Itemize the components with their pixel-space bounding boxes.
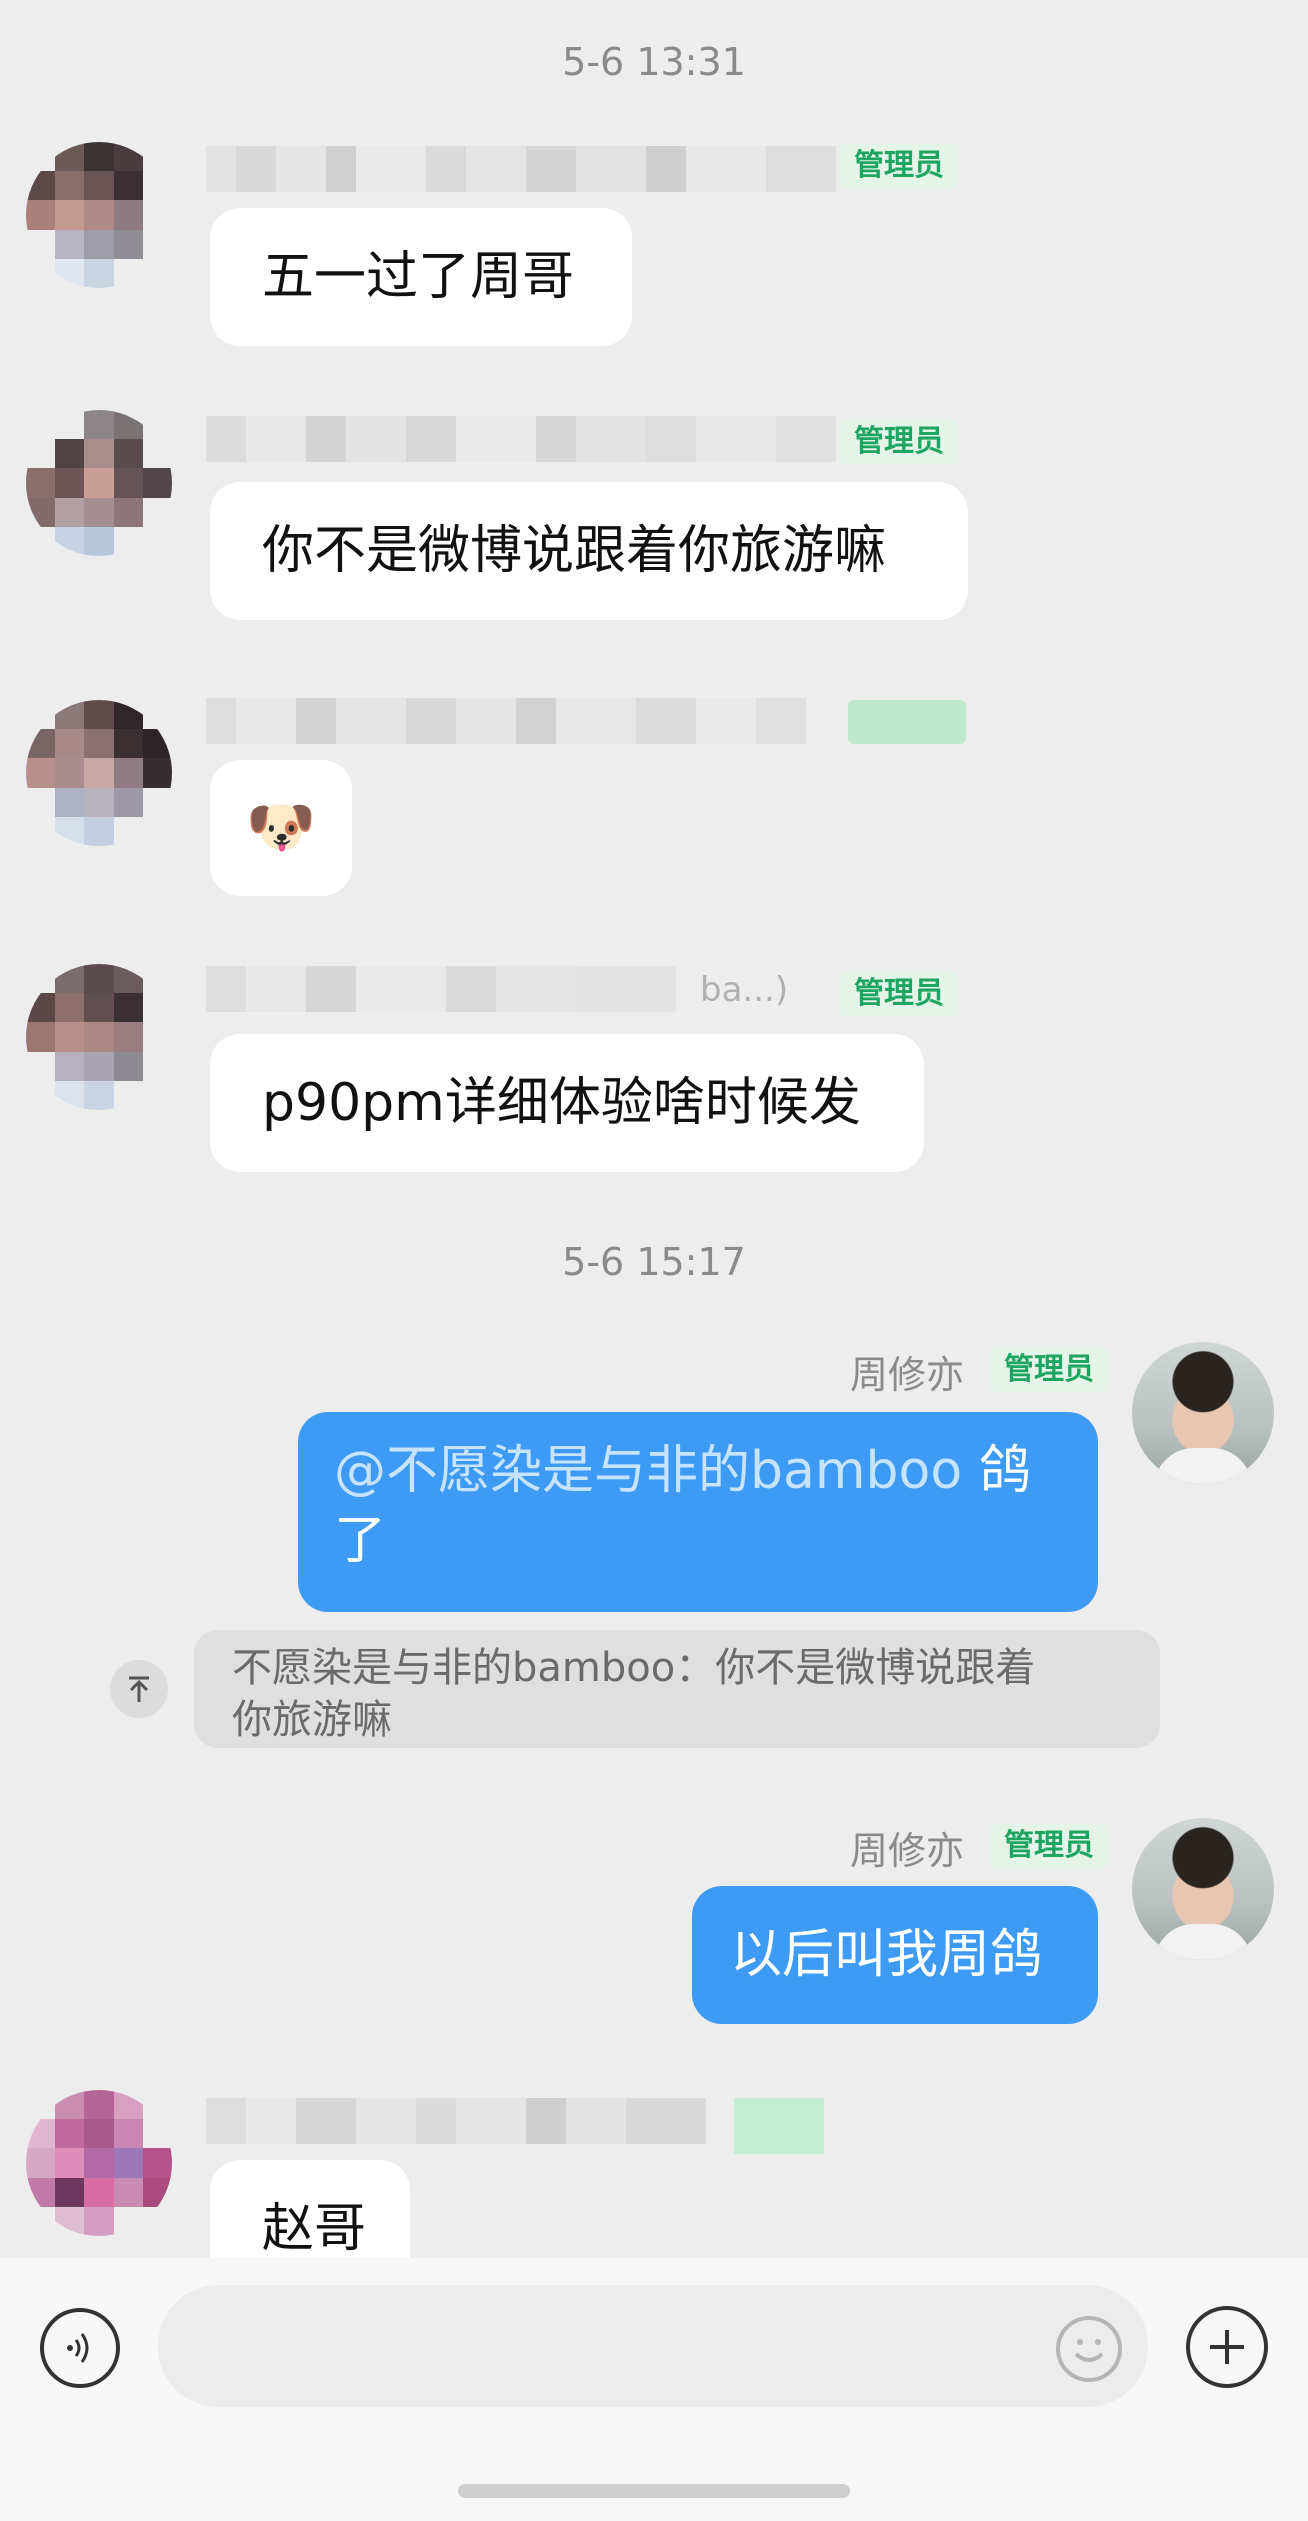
- own-avatar[interactable]: [1132, 1342, 1274, 1484]
- admin-badge: 管理员: [990, 1824, 1108, 1868]
- message-bubble[interactable]: 你不是微博说跟着你旅游嘛: [210, 482, 968, 620]
- message-input[interactable]: [158, 2285, 1148, 2407]
- message-text: 鸽: [962, 1441, 1031, 1501]
- message-bubble[interactable]: p90pm详细体验啥时候发: [210, 1034, 924, 1172]
- own-avatar[interactable]: [1132, 1818, 1274, 1960]
- avatar[interactable]: [26, 2090, 172, 2236]
- admin-badge: 管理员: [990, 1348, 1108, 1392]
- avatar[interactable]: [26, 700, 172, 846]
- message-bubble[interactable]: 五一过了周哥: [210, 208, 632, 346]
- admin-badge: 管理员: [840, 144, 958, 188]
- message-bubble[interactable]: 🐶: [210, 760, 352, 896]
- sender-name-redacted: [206, 146, 836, 192]
- own-sender-name: 周修亦: [850, 1829, 965, 1873]
- avatar[interactable]: [26, 964, 172, 1110]
- sender-name-redacted: [206, 966, 676, 1012]
- avatar[interactable]: [26, 142, 172, 288]
- sender-name-redacted: [206, 698, 836, 744]
- avatar[interactable]: [26, 410, 172, 556]
- quoted-message[interactable]: 不愿染是与非的bamboo：你不是微博说跟着 你旅游嘛: [194, 1630, 1160, 1748]
- own-sender-name: 周修亦: [850, 1353, 965, 1397]
- jump-to-quote-icon[interactable]: [110, 1660, 168, 1718]
- sender-name-tail: ba...): [700, 970, 789, 1010]
- quote-line: 你旅游嘛: [232, 1697, 392, 1743]
- admin-badge: 管理员: [840, 420, 958, 464]
- timestamp: 5-6 15:17: [562, 1240, 746, 1284]
- mention[interactable]: @不愿染是与非的bamboo: [334, 1441, 962, 1501]
- plus-icon[interactable]: [1186, 2306, 1268, 2388]
- own-message-bubble[interactable]: 以后叫我周鸽: [692, 1886, 1098, 2024]
- voice-icon[interactable]: [40, 2308, 120, 2388]
- quote-line: 不愿染是与非的bamboo：你不是微博说跟着: [232, 1645, 1036, 1691]
- home-indicator: [458, 2484, 850, 2498]
- sender-name-redacted: [206, 416, 836, 462]
- admin-badge: 管理员: [848, 700, 966, 744]
- admin-badge-redacted: [734, 2098, 824, 2154]
- own-message-bubble[interactable]: @不愿染是与非的bamboo 鸽 了: [298, 1412, 1098, 1612]
- doge-emoji: 🐶: [246, 795, 316, 860]
- sender-name-redacted: [206, 2098, 706, 2144]
- message-text-line2: 了: [334, 1511, 387, 1571]
- timestamp: 5-6 13:31: [562, 40, 746, 84]
- smiley-icon[interactable]: [1056, 2316, 1122, 2382]
- admin-badge: 管理员: [840, 972, 958, 1016]
